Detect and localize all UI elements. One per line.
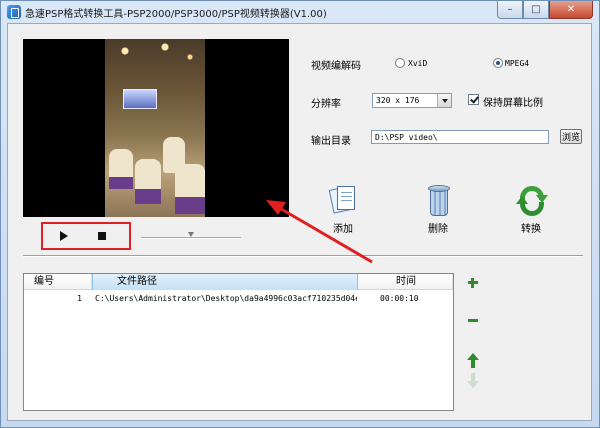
browse-button[interactable]: 浏览 bbox=[560, 129, 582, 144]
video-sash bbox=[135, 189, 161, 204]
convert-button-label: 转换 bbox=[521, 224, 541, 235]
trash-can-icon bbox=[428, 185, 450, 217]
title-bar[interactable]: 急速PSP格式转换工具-PSP2000/PSP3000/PSP视频转换器(V1.… bbox=[1, 1, 599, 23]
delete-button[interactable]: 删除 bbox=[416, 184, 460, 235]
codec-radio-xvid[interactable] bbox=[395, 58, 405, 68]
output-dir-input[interactable] bbox=[372, 131, 548, 143]
plus-icon[interactable] bbox=[466, 275, 480, 291]
column-header-path[interactable]: 文件路径 bbox=[92, 274, 358, 290]
video-frame bbox=[105, 39, 205, 217]
close-button[interactable]: ✕ bbox=[549, 1, 593, 19]
video-preview bbox=[23, 39, 289, 217]
playback-controls bbox=[41, 222, 131, 250]
maximize-button[interactable]: □ bbox=[523, 1, 549, 19]
table-row[interactable]: 1 C:\Users\Administrator\Desktop\da9a499… bbox=[24, 292, 453, 306]
file-list-header: 编号 文件路径 时间 bbox=[24, 274, 453, 290]
seek-slider[interactable] bbox=[141, 237, 241, 239]
resolution-value: 320 x 176 bbox=[376, 96, 420, 105]
video-sash bbox=[109, 177, 133, 189]
arrow-down-icon[interactable] bbox=[466, 372, 480, 388]
output-dir-field[interactable] bbox=[371, 130, 549, 144]
add-button-label: 添加 bbox=[333, 224, 353, 235]
documents-icon-front bbox=[337, 186, 355, 210]
codec-option-mpeg4: MPEG4 bbox=[505, 59, 530, 68]
seek-slider-thumb[interactable] bbox=[188, 232, 194, 237]
row-time: 00:00:10 bbox=[380, 294, 419, 303]
video-stage-screen bbox=[123, 89, 157, 109]
video-lights bbox=[105, 39, 205, 79]
main-panel: 视频编解码 XviD MPEG4 分辨率 320 x 176 保持屏幕比例 输出… bbox=[7, 23, 592, 421]
codec-label: 视频编解码 bbox=[311, 61, 361, 72]
row-path: C:\Users\Administrator\Desktop\da9a4996c… bbox=[95, 294, 357, 303]
row-index: 1 bbox=[77, 294, 82, 303]
column-header-index[interactable]: 编号 bbox=[24, 274, 92, 290]
codec-radio-mpeg4[interactable] bbox=[493, 58, 503, 68]
arrow-up-icon[interactable] bbox=[466, 353, 480, 369]
resolution-label: 分辨率 bbox=[311, 99, 341, 110]
documents-icon bbox=[328, 186, 357, 216]
video-sash bbox=[175, 197, 205, 214]
section-divider bbox=[23, 255, 583, 257]
minimize-button[interactable]: – bbox=[497, 1, 523, 19]
codec-option-xvid: XviD bbox=[408, 59, 428, 68]
play-icon[interactable] bbox=[60, 231, 68, 241]
resolution-select[interactable]: 320 x 176 bbox=[372, 93, 452, 108]
window-title: 急速PSP格式转换工具-PSP2000/PSP3000/PSP视频转换器(V1.… bbox=[25, 9, 327, 20]
app-icon bbox=[7, 5, 21, 19]
keep-ratio-checkbox[interactable] bbox=[468, 94, 479, 105]
stop-icon[interactable] bbox=[98, 232, 106, 240]
trash-can-body bbox=[430, 190, 448, 216]
convert-button[interactable]: 转换 bbox=[509, 184, 553, 235]
delete-button-label: 删除 bbox=[428, 224, 448, 235]
output-dir-label: 输出目录 bbox=[311, 136, 351, 147]
trash-can-lid bbox=[428, 185, 450, 192]
keep-ratio-label: 保持屏幕比例 bbox=[483, 98, 543, 109]
add-button[interactable]: 添加 bbox=[321, 184, 365, 235]
column-header-time[interactable]: 时间 bbox=[358, 274, 453, 290]
recycle-arrow-bottom bbox=[516, 196, 544, 216]
window-controls: – □ ✕ bbox=[497, 1, 593, 20]
minus-icon[interactable] bbox=[466, 312, 480, 328]
file-list[interactable]: 编号 文件路径 时间 1 C:\Users\Administrator\Desk… bbox=[23, 273, 454, 411]
recycle-arrows-icon bbox=[516, 186, 548, 216]
chevron-down-icon[interactable] bbox=[437, 94, 451, 107]
